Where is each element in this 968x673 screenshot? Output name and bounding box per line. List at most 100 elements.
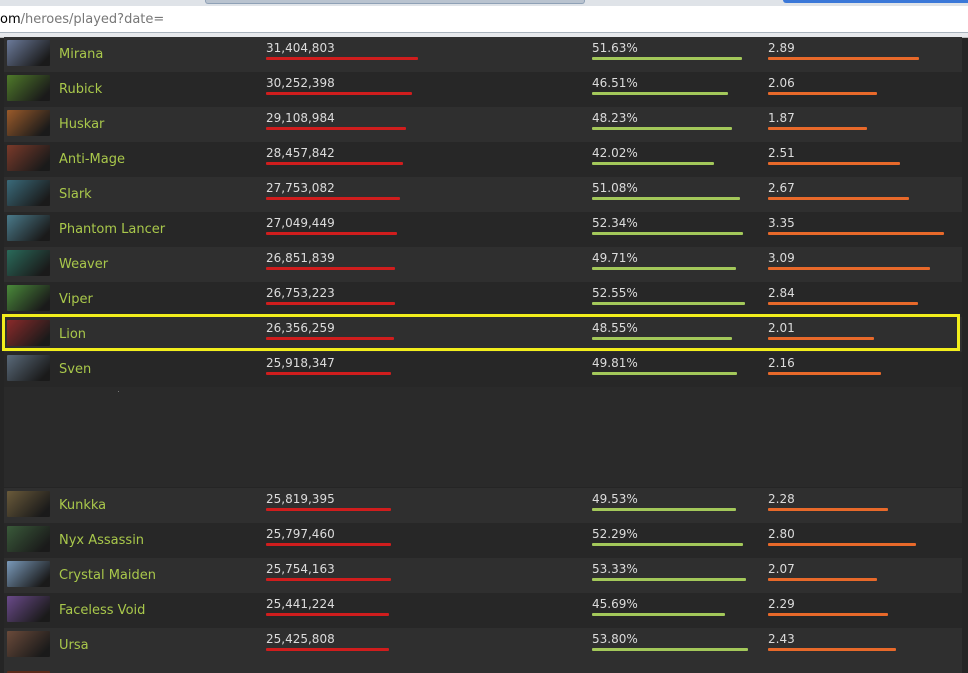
hero-name-link[interactable]: Ursa	[59, 638, 89, 653]
kda-ratio-bar	[768, 302, 918, 305]
kunkka-portrait-icon[interactable]	[7, 491, 50, 517]
matches-played-bar	[266, 57, 418, 60]
matches-played-bar	[266, 127, 406, 130]
hero-name-link[interactable]: Crystal Maiden	[59, 568, 156, 583]
hero-name-link[interactable]: Faceless Void	[59, 603, 145, 618]
matches-played-value: 26,851,839	[266, 251, 335, 265]
mirana-portrait-icon[interactable]	[7, 40, 50, 66]
ursa-portrait-icon[interactable]	[7, 631, 50, 657]
hero-name-link[interactable]: Kunkka	[59, 498, 106, 513]
matches-played-value: 26,356,259	[266, 321, 335, 335]
win-rate-value: 52.55%	[592, 286, 638, 300]
nyx-assassin-portrait-icon[interactable]	[7, 526, 50, 552]
matches-played-value: 25,819,395	[266, 492, 335, 506]
kda-ratio-bar	[768, 267, 930, 270]
win-rate-bar	[592, 57, 742, 60]
viper-portrait-icon[interactable]	[7, 285, 50, 311]
matches-played-bar	[266, 162, 403, 165]
empty-row-gap	[4, 387, 962, 487]
table-row: Lion 26,356,259 48.55% 2.01	[4, 317, 962, 352]
kda-ratio-value: 2.29	[768, 597, 795, 611]
table-row: Sven 25,918,347 49.81% 2.16	[4, 352, 962, 387]
win-rate-bar	[592, 578, 746, 581]
hero-name-link[interactable]: Viper	[59, 292, 93, 307]
kda-ratio-value: 2.06	[768, 76, 795, 90]
kda-ratio-value: 2.01	[768, 321, 795, 335]
matches-played-bar	[266, 232, 397, 235]
win-rate-value: 53.80%	[592, 632, 638, 646]
win-rate-value: 51.63%	[592, 41, 638, 55]
faceless-void-portrait-icon[interactable]	[7, 596, 50, 622]
lion-portrait-icon[interactable]	[7, 320, 50, 346]
address-bar[interactable]: om/heroes/played?date=	[0, 6, 968, 33]
browser-tab-active[interactable]	[783, 0, 968, 3]
matches-played-bar	[266, 648, 389, 651]
win-rate-bar	[592, 337, 732, 340]
table-row: Mirana 31,404,803 51.63% 2.89	[4, 37, 962, 72]
table-row: Phantom Lancer 27,049,449 52.34% 3.35	[4, 212, 962, 247]
url-text[interactable]: om/heroes/played?date=	[0, 12, 164, 27]
kda-ratio-value: 2.80	[768, 527, 795, 541]
kda-ratio-bar	[768, 613, 888, 616]
url-domain: om	[0, 12, 21, 27]
win-rate-value: 48.23%	[592, 111, 638, 125]
table-row: Slark 27,753,082 51.08% 2.67	[4, 177, 962, 212]
kda-ratio-value: 2.67	[768, 181, 795, 195]
hero-name-link[interactable]: Rubick	[59, 82, 102, 97]
table-row: Ursa 25,425,808 53.80% 2.43	[4, 628, 962, 663]
stray-pixel	[118, 391, 119, 392]
win-rate-bar	[592, 267, 736, 270]
slark-portrait-icon[interactable]	[7, 180, 50, 206]
hero-name-link[interactable]: Sven	[59, 362, 91, 377]
phantom-lancer-portrait-icon[interactable]	[7, 215, 50, 241]
table-row: Nyx Assassin 25,797,460 52.29% 2.80	[4, 523, 962, 558]
crystal-maiden-portrait-icon[interactable]	[7, 561, 50, 587]
win-rate-value: 52.29%	[592, 527, 638, 541]
kda-ratio-value: 2.16	[768, 356, 795, 370]
rubick-portrait-icon[interactable]	[7, 75, 50, 101]
hero-name-link[interactable]: Nyx Assassin	[59, 533, 144, 548]
weaver-portrait-icon[interactable]	[7, 250, 50, 276]
win-rate-value: 45.69%	[592, 597, 638, 611]
win-rate-bar	[592, 372, 737, 375]
huskar-portrait-icon[interactable]	[7, 110, 50, 136]
matches-played-value: 31,404,803	[266, 41, 335, 55]
hero-name-link[interactable]: Phantom Lancer	[59, 222, 165, 237]
matches-played-bar	[266, 92, 412, 95]
kda-ratio-value: 2.51	[768, 146, 795, 160]
kda-ratio-bar	[768, 508, 888, 511]
hero-name-link[interactable]: Lion	[59, 327, 86, 342]
anti-mage-portrait-icon[interactable]	[7, 145, 50, 171]
sven-portrait-icon[interactable]	[7, 355, 50, 381]
kda-ratio-bar	[768, 648, 896, 651]
matches-played-value: 25,918,347	[266, 356, 335, 370]
kda-ratio-value: 3.35	[768, 216, 795, 230]
win-rate-value: 52.34%	[592, 216, 638, 230]
kda-ratio-bar	[768, 578, 877, 581]
kda-ratio-value: 2.07	[768, 562, 795, 576]
hero-name-link[interactable]: Mirana	[59, 47, 103, 62]
win-rate-bar	[592, 232, 743, 235]
hero-name-link[interactable]: Weaver	[59, 257, 108, 272]
matches-played-value: 28,457,842	[266, 146, 335, 160]
table-row: Weaver 26,851,839 49.71% 3.09	[4, 247, 962, 282]
kda-ratio-value: 2.89	[768, 41, 795, 55]
kda-ratio-value: 2.84	[768, 286, 795, 300]
kda-ratio-value: 2.28	[768, 492, 795, 506]
matches-played-value: 29,108,984	[266, 111, 335, 125]
win-rate-bar	[592, 613, 725, 616]
win-rate-value: 51.08%	[592, 181, 638, 195]
table-row: Crystal Maiden 25,754,163 53.33% 2.07	[4, 558, 962, 593]
win-rate-bar	[592, 543, 743, 546]
table-row: Anti-Mage 28,457,842 42.02% 2.51	[4, 142, 962, 177]
matches-played-value: 25,754,163	[266, 562, 335, 576]
kda-ratio-value: 2.43	[768, 632, 795, 646]
hero-name-link[interactable]: Huskar	[59, 117, 104, 132]
hero-name-link[interactable]: Slark	[59, 187, 92, 202]
kda-ratio-bar	[768, 197, 909, 200]
hero-name-link[interactable]: Anti-Mage	[59, 152, 125, 167]
win-rate-bar	[592, 127, 732, 130]
kda-ratio-bar	[768, 57, 919, 60]
browser-tab[interactable]	[205, 0, 585, 4]
matches-played-value: 30,252,398	[266, 76, 335, 90]
